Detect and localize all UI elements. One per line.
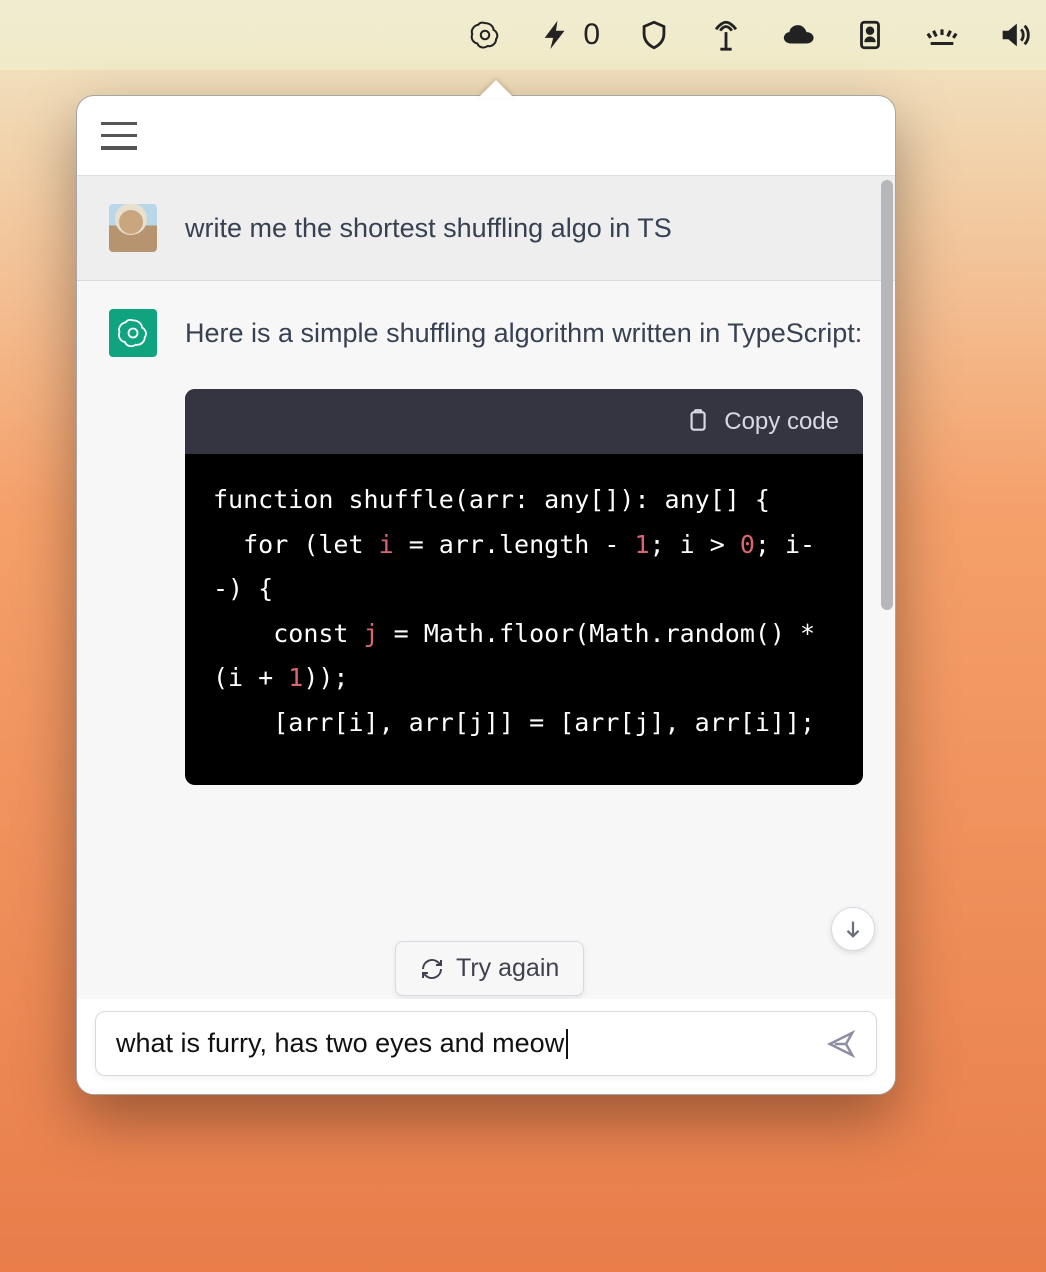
volume-icon[interactable]: [996, 17, 1032, 53]
try-again-button[interactable]: Try again: [395, 941, 584, 996]
lightning-count: 0: [583, 18, 600, 52]
chat-popover: write me the shortest shuffling algo in …: [76, 95, 896, 1095]
copy-code-button[interactable]: Copy code: [185, 389, 863, 454]
send-icon: [826, 1029, 856, 1059]
copy-code-label: Copy code: [724, 403, 839, 440]
arrow-down-icon: [842, 918, 864, 940]
scroll-down-button[interactable]: [831, 907, 875, 951]
tower-icon[interactable]: [708, 17, 744, 53]
chat-input[interactable]: what is furry, has two eyes and meow: [95, 1011, 877, 1076]
user-avatar: [109, 204, 157, 252]
chat-body: write me the shortest shuffling algo in …: [77, 176, 895, 999]
openai-menu-icon[interactable]: [467, 17, 503, 53]
refresh-icon: [420, 957, 444, 981]
assistant-intro-text: Here is a simple shuffling algorithm wri…: [185, 313, 863, 355]
input-area: what is furry, has two eyes and meow: [77, 999, 895, 1094]
lightning-indicator[interactable]: 0: [539, 18, 600, 52]
popover-caret: [478, 80, 514, 98]
assistant-message: Here is a simple shuffling algorithm wri…: [185, 309, 863, 785]
code-block: Copy code function shuffle(arr: any[]): …: [185, 389, 863, 785]
user-message-text: write me the shortest shuffling algo in …: [185, 204, 863, 250]
scrollbar[interactable]: [881, 180, 893, 610]
user-message-row: write me the shortest shuffling algo in …: [77, 176, 895, 281]
shield-icon[interactable]: [636, 17, 672, 53]
code-content: function shuffle(arr: any[]): any[] { fo…: [185, 454, 863, 785]
keyboard-brightness-icon[interactable]: [924, 17, 960, 53]
clipboard-icon: [684, 408, 710, 434]
try-again-label: Try again: [456, 954, 559, 983]
send-button[interactable]: [826, 1029, 856, 1059]
cloud-icon[interactable]: [780, 17, 816, 53]
menu-hamburger-icon[interactable]: [99, 116, 139, 156]
assistant-message-row: Here is a simple shuffling algorithm wri…: [77, 281, 895, 785]
popover-header: [77, 96, 895, 176]
text-cursor: [566, 1029, 568, 1059]
menu-bar: 0: [0, 0, 1046, 70]
badge-icon[interactable]: [852, 17, 888, 53]
assistant-avatar: [109, 309, 157, 357]
chat-input-text[interactable]: what is furry, has two eyes and meow: [116, 1028, 826, 1059]
